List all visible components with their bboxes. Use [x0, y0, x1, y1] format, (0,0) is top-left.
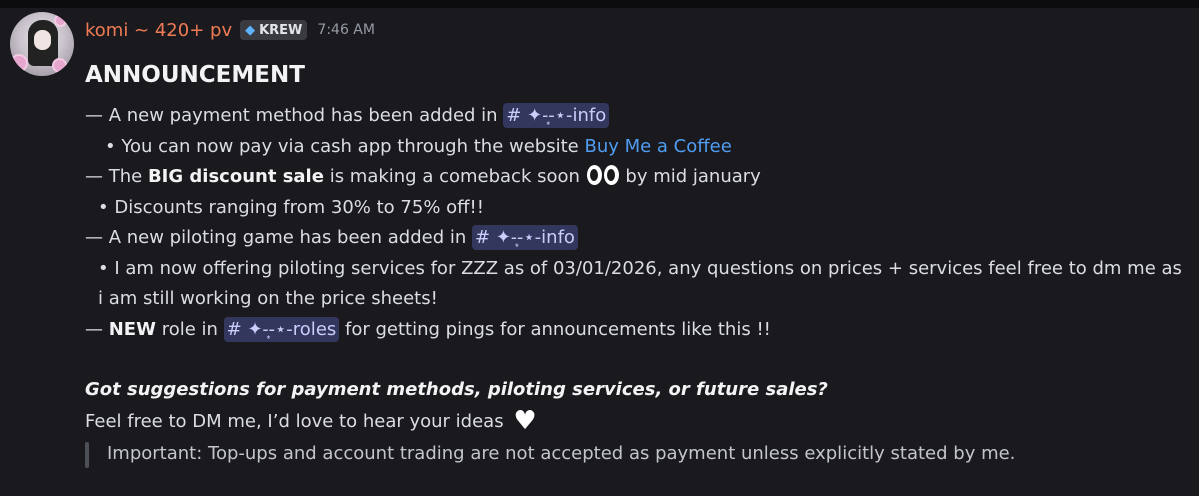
message-line: • Discounts ranging from 30% to 75% off!… — [85, 193, 1185, 224]
server-tag-label: KREW — [259, 22, 303, 38]
line-text: — The — [85, 166, 143, 187]
gem-icon: ◆ — [245, 22, 256, 38]
message-line: • I am now offering piloting services fo… — [85, 254, 1185, 315]
flower-decoration-icon — [12, 56, 26, 70]
top-bar — [0, 0, 1199, 8]
eyes-emoji-icon — [586, 165, 620, 185]
message-line: • You can now pay via cash app through t… — [85, 132, 1185, 163]
timestamp[interactable]: 7:46 AM — [317, 22, 375, 38]
suggestions-question: Got suggestions for payment methods, pil… — [85, 379, 828, 400]
message-line: — A new payment method has been added in… — [85, 101, 1185, 132]
bold-text: BIG discount sale — [147, 166, 324, 187]
line-text: — A new piloting game has been added in — [85, 227, 467, 248]
line-text: Feel free to DM me, I’d love to hear you… — [85, 410, 504, 432]
username[interactable]: komi ~ 420+ pv — [85, 20, 232, 41]
buy-me-a-coffee-link[interactable]: Buy Me a Coffee — [584, 136, 731, 157]
message-line: — A new piloting game has been added in … — [85, 223, 1185, 254]
line-text: • I am now offering piloting services fo… — [98, 257, 1182, 310]
avatar-face — [34, 30, 51, 50]
message-content: ANNOUNCEMENT — A new payment method has … — [85, 60, 1185, 470]
white-heart-emoji-icon: ♥ — [513, 405, 537, 436]
message-line: — NEW role in # ✦-͙-⋆-roles for getting … — [85, 315, 1185, 346]
line-text: • Discounts ranging from 30% to 75% off!… — [98, 196, 484, 218]
bold-text: NEW — [108, 318, 156, 340]
channel-mention-roles[interactable]: # ✦-͙-⋆-roles — [223, 316, 340, 342]
quote-text: Important: Top-ups and account trading a… — [107, 443, 1016, 464]
line-text: — — [85, 318, 103, 340]
message-line: Feel free to DM me, I’d love to hear you… — [85, 406, 1185, 438]
flower-decoration-icon — [56, 16, 65, 25]
line-text: is making a comeback soon — [329, 166, 580, 187]
channel-mention-info[interactable]: # ✦-͙-⋆-info — [472, 225, 578, 250]
message-header: komi ~ 420+ pv ◆ KREW 7:46 AM — [85, 18, 375, 42]
line-text: • You can now pay via cash app through t… — [105, 135, 579, 157]
announcement-title: ANNOUNCEMENT — [85, 62, 305, 88]
line-text: role in — [161, 318, 218, 340]
chat-message: komi ~ 420+ pv ◆ KREW 7:46 AM ANNOUNCEME… — [0, 8, 1199, 496]
flower-decoration-icon — [54, 60, 65, 71]
channel-mention-info[interactable]: # ✦-͙-⋆-info — [503, 103, 610, 128]
line-text: for getting pings for announcements like… — [345, 318, 771, 340]
block-quote: Important: Top-ups and account trading a… — [85, 439, 1185, 470]
line-text: by mid january — [625, 166, 761, 187]
server-tag[interactable]: ◆ KREW — [240, 20, 308, 40]
line-text: — A new payment method has been added in — [85, 105, 498, 126]
message-line: — The BIG discount sale is making a come… — [85, 162, 1185, 193]
avatar[interactable] — [10, 12, 74, 76]
